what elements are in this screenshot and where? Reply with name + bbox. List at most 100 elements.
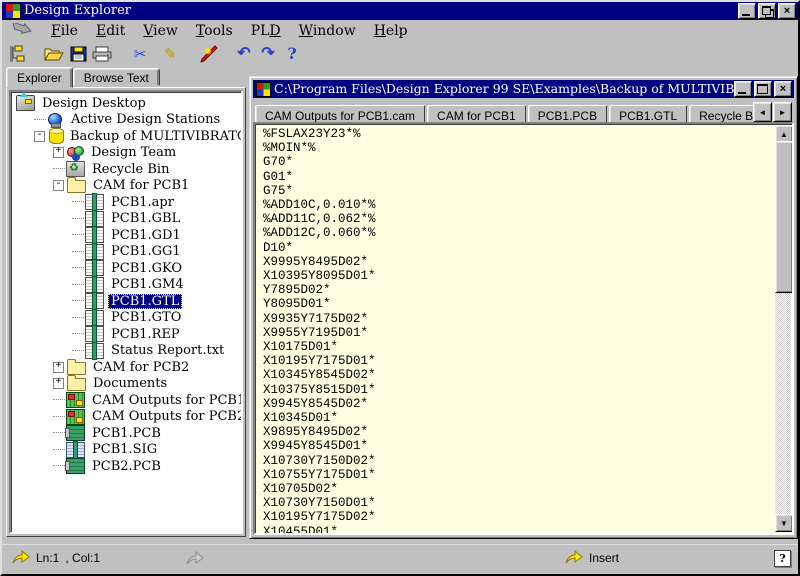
tab-scroll-right-icon[interactable]: ►: [773, 102, 792, 122]
redo-icon[interactable]: ↷: [256, 43, 280, 65]
tree-item[interactable]: +Documents: [11, 376, 241, 393]
tree-item[interactable]: PCB1.PCB: [11, 425, 241, 442]
wizard-pen-icon[interactable]: [196, 43, 220, 65]
tree-item-label: PCB1.PCB: [89, 426, 164, 441]
folder-icon: [67, 362, 86, 375]
tree-item[interactable]: PCB1.GD1: [11, 227, 241, 244]
tree-connector: [34, 119, 46, 121]
design-tree[interactable]: Design DesktopActive Design Stations-Bac…: [9, 90, 243, 534]
status-arrow-icon: [12, 550, 30, 567]
tree-item[interactable]: -Backup of MULTIVIBRATOR.DDB: [11, 128, 241, 145]
tree-item[interactable]: Design Desktop: [11, 95, 241, 112]
minimize-button[interactable]: [738, 3, 756, 19]
gerber-line: X10345D01*: [263, 411, 774, 425]
tree-item[interactable]: PCB1.GTL: [11, 293, 241, 310]
doc-tab-label: PCB1.PCB: [538, 109, 597, 123]
tree-item[interactable]: PCB1.SIG: [11, 442, 241, 459]
collapse-icon[interactable]: -: [53, 180, 64, 191]
tree-connector: [72, 300, 84, 302]
folder-icon: [67, 180, 86, 193]
tab-scroll-left-icon[interactable]: ◄: [753, 102, 772, 122]
tree-item[interactable]: PCB1.apr: [11, 194, 241, 211]
undo-icon[interactable]: ↶: [232, 43, 256, 65]
tree-connector: [72, 201, 84, 203]
tree-item[interactable]: PCB1.GTO: [11, 310, 241, 327]
status-help-icon[interactable]: ?: [774, 550, 791, 567]
menu-file[interactable]: File: [42, 22, 87, 40]
menu-window[interactable]: Window: [290, 22, 365, 40]
doc-maximize-button[interactable]: [754, 81, 772, 97]
doc-minimize-button[interactable]: [734, 81, 752, 97]
tree-connector: [72, 350, 84, 352]
tree-connector: [53, 449, 65, 451]
folder-icon: [67, 378, 86, 391]
tree-item-label: PCB1.GG1: [108, 244, 184, 259]
tree-item[interactable]: +Design Team: [11, 145, 241, 162]
menu-pld[interactable]: PLD: [242, 22, 290, 40]
toolbar: ✂ ✎ ↶ ↷ ?: [2, 41, 798, 66]
design-manager-arrow-icon[interactable]: [10, 22, 32, 40]
tree-item-label: PCB1.GKO: [108, 261, 185, 276]
scroll-down-icon[interactable]: ▼: [775, 514, 793, 532]
expand-icon[interactable]: +: [53, 362, 64, 373]
doc-close-button[interactable]: ×: [774, 81, 792, 97]
tree-item-label: PCB1.GTL: [108, 294, 182, 309]
tree-item-label: PCB2.PCB: [89, 459, 164, 474]
pcb-icon: [66, 458, 85, 474]
restore-button[interactable]: [758, 3, 776, 19]
tree-item[interactable]: -CAM for PCB1: [11, 178, 241, 195]
status-line: Ln:1: [36, 551, 59, 565]
cut-icon[interactable]: ✂: [128, 43, 152, 65]
menu-bar: FileEditViewToolsPLDWindowHelp: [2, 21, 798, 41]
status-column: , Col:1: [65, 551, 100, 565]
collapse-icon[interactable]: -: [34, 131, 45, 142]
document-tab-strip: CAM Outputs for PCB1.camCAM for PCB1PCB1…: [253, 98, 794, 124]
edit-pencil-icon[interactable]: ✎: [158, 43, 182, 65]
gerber-line: X10730Y7150D02*: [263, 454, 774, 468]
tree-item[interactable]: PCB2.PCB: [11, 458, 241, 475]
help-icon[interactable]: ?: [280, 43, 304, 65]
menu-view[interactable]: View: [134, 22, 187, 40]
gerber-line: X9945Y8545D01*: [263, 439, 774, 453]
tree-item-label: CAM for PCB2: [90, 360, 192, 375]
status-bar: Ln:1 , Col:1 Insert ?: [2, 544, 798, 574]
book-icon: [85, 326, 104, 342]
tree-item[interactable]: Status Report.txt: [11, 343, 241, 360]
gerber-line: Y8095D01*: [263, 297, 774, 311]
print-icon[interactable]: [90, 43, 114, 65]
tab-browse-text[interactable]: Browse Text: [73, 68, 160, 86]
gerber-line: X10195Y7175D02*: [263, 510, 774, 524]
gerber-line: X10175D01*: [263, 340, 774, 354]
vertical-scrollbar[interactable]: ▲ ▼: [775, 125, 791, 532]
design-manager-toggle-icon[interactable]: [6, 43, 30, 65]
tree-item[interactable]: PCB1.GKO: [11, 260, 241, 277]
gerber-text-editor[interactable]: %FSLAX23Y23*%%MOIN*%G70*G01*G75*%ADD10C,…: [253, 122, 794, 535]
menu-tools[interactable]: Tools: [187, 22, 242, 40]
insert-arrow-icon: [565, 550, 583, 567]
menu-help[interactable]: Help: [365, 22, 417, 40]
tree-item-label: Recycle Bin: [89, 162, 172, 177]
tree-item[interactable]: + CAM for PCB2: [11, 359, 241, 376]
expand-icon[interactable]: +: [53, 147, 64, 158]
expand-icon[interactable]: +: [53, 378, 64, 389]
tree-item-label: PCB1.apr: [108, 195, 177, 210]
tab-explorer[interactable]: Explorer: [6, 67, 73, 88]
tree-item[interactable]: Recycle Bin: [11, 161, 241, 178]
menu-edit[interactable]: Edit: [87, 22, 134, 40]
tree-item[interactable]: PCB1.GM4: [11, 277, 241, 294]
explorer-pane: Design DesktopActive Design Stations-Bac…: [6, 87, 246, 537]
main-titlebar[interactable]: Design Explorer ×: [2, 2, 798, 20]
tree-item[interactable]: CAM Outputs for PCB1.cam: [11, 392, 241, 409]
tree-item[interactable]: CAM Outputs for PCB2.cam: [11, 409, 241, 426]
book-icon: [85, 227, 104, 243]
save-icon[interactable]: [66, 43, 90, 65]
gerber-line: X9895Y8495D02*: [263, 425, 774, 439]
close-button[interactable]: ×: [778, 3, 796, 19]
tree-item[interactable]: PCB1.GG1: [11, 244, 241, 261]
tree-item[interactable]: PCB1.REP: [11, 326, 241, 343]
document-titlebar[interactable]: C:\Program Files\Design Explorer 99 SE\E…: [253, 80, 794, 98]
tree-item[interactable]: PCB1.GBL: [11, 211, 241, 228]
tree-item[interactable]: Active Design Stations: [11, 112, 241, 129]
scrollbar-thumb[interactable]: [775, 141, 793, 293]
open-document-icon[interactable]: [42, 43, 66, 65]
